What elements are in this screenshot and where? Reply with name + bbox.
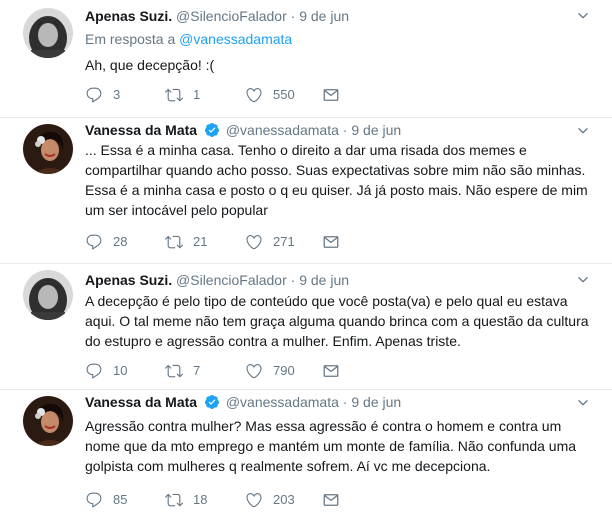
direct-message-button[interactable] [322,232,340,252]
tweet-text: Ah, que decepção! :( [85,57,215,73]
reply-button[interactable]: 10 [85,361,127,381]
display-name[interactable]: Vanessa da Mata [85,122,197,138]
separator-dot: · [290,8,296,24]
envelope-icon [322,362,340,380]
retweet-count: 1 [193,87,201,102]
profile-photo-icon [23,396,73,446]
envelope-icon [322,233,340,251]
timestamp[interactable]: 9 de jun [299,272,349,288]
like-button[interactable]: 550 [245,85,295,105]
avatar[interactable] [23,396,73,446]
separator-dot: · [342,122,348,138]
retweet-count: 7 [193,363,201,378]
reply-button[interactable]: 28 [85,232,127,252]
tweet-actions: 3 1 550 [85,85,385,105]
reply-context: Em resposta a @vanessadamata [85,30,292,48]
tweet-actions: 85 18 203 [85,490,385,510]
separator-dot: · [342,394,348,410]
timestamp[interactable]: 9 de jun [351,394,401,410]
heart-icon [245,233,263,251]
tweet-header: Apenas Suzi. @SilencioFalador · 9 de jun [85,271,349,289]
tweet-text: ... Essa é a minha casa. Tenho o direito… [85,142,588,218]
retweet-count: 18 [193,492,208,507]
direct-message-button[interactable] [322,85,340,105]
like-count: 790 [273,363,295,378]
reply-mention-link[interactable]: @vanessadamata [179,31,292,47]
retweet-icon [165,233,183,251]
reply-count: 3 [113,87,121,102]
profile-photo-icon [23,124,73,174]
reply-prefix: Em resposta a [85,31,180,47]
reply-count: 28 [113,234,128,249]
tweet[interactable]: Vanessa da Mata @vanessadamata · 9 de ju… [0,118,612,263]
username[interactable]: @vanessadamata [226,122,339,138]
direct-message-button[interactable] [322,361,340,381]
like-button[interactable]: 790 [245,361,295,381]
verified-badge-icon [204,122,220,138]
direct-message-button[interactable] [322,490,340,510]
avatar[interactable] [23,270,73,320]
timestamp[interactable]: 9 de jun [351,122,401,138]
display-name[interactable]: Apenas Suzi. [85,272,172,288]
chevron-down-icon[interactable] [576,124,590,138]
reply-icon [85,362,103,380]
profile-photo-icon [23,270,73,320]
retweet-count: 21 [193,234,208,249]
tweet-actions: 10 7 790 [85,361,385,381]
heart-icon [245,86,263,104]
envelope-icon [322,491,340,509]
separator-dot: · [290,272,296,288]
like-count: 271 [273,234,295,249]
tweet-header: Vanessa da Mata @vanessadamata · 9 de ju… [85,393,401,411]
profile-photo-icon [23,8,73,58]
like-count: 203 [273,492,295,507]
retweet-button[interactable]: 21 [165,232,207,252]
tweet-text: A decepção é pelo tipo de conteúdo que v… [85,293,589,349]
chevron-down-icon[interactable] [576,273,590,287]
tweet[interactable]: Apenas Suzi. @SilencioFalador · 9 de jun… [0,264,612,389]
tweet-header: Vanessa da Mata @vanessadamata · 9 de ju… [85,121,401,139]
chevron-down-icon[interactable] [576,396,590,410]
tweet-actions: 28 21 271 [85,232,385,252]
tweet-text: Agressão contra mulher? Mas essa agressã… [85,418,577,474]
retweet-button[interactable]: 18 [165,490,207,510]
like-button[interactable]: 203 [245,490,295,510]
tweet[interactable]: Vanessa da Mata @vanessadamata · 9 de ju… [0,390,612,513]
retweet-button[interactable]: 7 [165,361,200,381]
username[interactable]: @vanessadamata [226,394,339,410]
avatar[interactable] [23,124,73,174]
retweet-icon [165,491,183,509]
like-count: 550 [273,87,295,102]
reply-icon [85,86,103,104]
retweet-icon [165,362,183,380]
reply-button[interactable]: 85 [85,490,127,510]
verified-badge-icon [204,394,220,410]
tweet[interactable]: Apenas Suzi. @SilencioFalador · 9 de jun… [0,0,612,117]
reply-count: 10 [113,363,128,378]
envelope-icon [322,86,340,104]
reply-button[interactable]: 3 [85,85,120,105]
heart-icon [245,362,263,380]
display-name[interactable]: Apenas Suzi. [85,8,172,24]
retweet-icon [165,86,183,104]
reply-icon [85,233,103,251]
reply-icon [85,491,103,509]
tweet-header: Apenas Suzi. @SilencioFalador · 9 de jun [85,7,349,25]
chevron-down-icon[interactable] [576,9,590,23]
heart-icon [245,491,263,509]
username[interactable]: @SilencioFalador [176,272,287,288]
timestamp[interactable]: 9 de jun [299,8,349,24]
like-button[interactable]: 271 [245,232,295,252]
display-name[interactable]: Vanessa da Mata [85,394,197,410]
avatar[interactable] [23,8,73,58]
reply-count: 85 [113,492,128,507]
username[interactable]: @SilencioFalador [176,8,287,24]
retweet-button[interactable]: 1 [165,85,200,105]
